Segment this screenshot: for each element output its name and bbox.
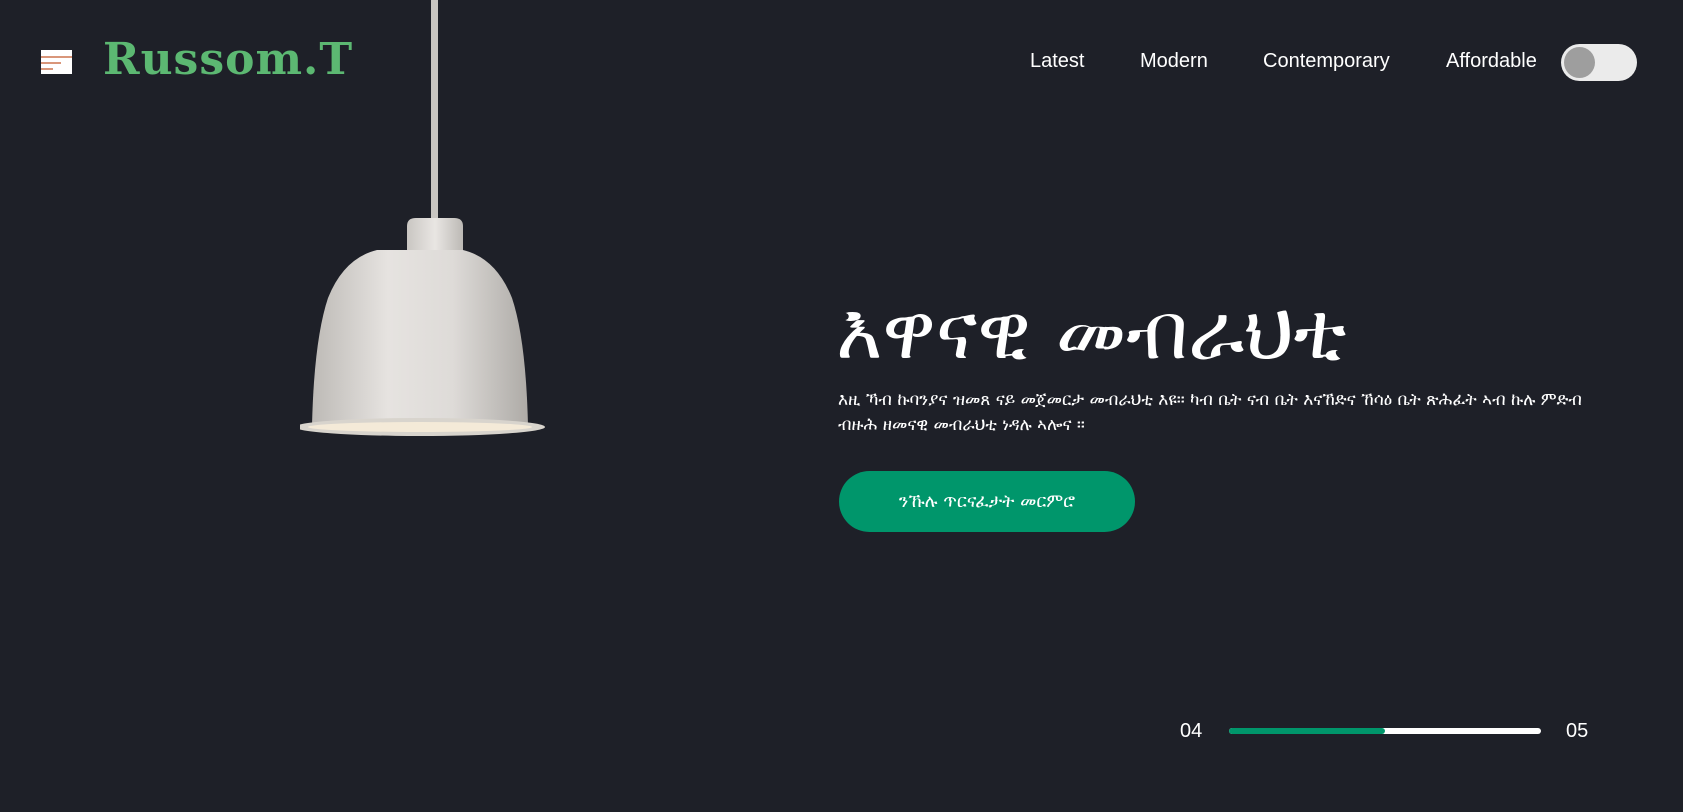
menu-bar — [41, 68, 53, 70]
explore-collections-button[interactable]: ንኹሉ ጥርናፈታት መርምሮ — [839, 471, 1135, 532]
lamp-glow — [308, 422, 532, 432]
toggle-knob — [1564, 47, 1595, 78]
lamp-cap — [407, 218, 463, 252]
total-slide-number: 05 — [1566, 720, 1589, 742]
hero-description: እዚ ኻብ ኩባንያና ዝመጸ ናይ መጀመርታ መብራህቲ እዩ። ካብ ቤት… — [838, 390, 1582, 435]
theme-toggle[interactable] — [1561, 44, 1637, 81]
nav-affordable[interactable]: Affordable — [1446, 50, 1537, 73]
hero-title: እዋናዊ መብራህቲ — [836, 287, 1347, 377]
nav-modern[interactable]: Modern — [1140, 50, 1208, 73]
slide-progress-bar[interactable] — [1229, 728, 1541, 734]
menu-bar — [41, 62, 61, 64]
menu-bar — [41, 56, 72, 58]
hamburger-menu-icon[interactable] — [41, 50, 72, 74]
nav-latest[interactable]: Latest — [1030, 50, 1084, 73]
slide-progress-fill — [1229, 728, 1385, 734]
current-slide-number: 04 — [1180, 720, 1203, 742]
nav-contemporary[interactable]: Contemporary — [1263, 50, 1390, 73]
lamp-shade — [312, 250, 528, 426]
page: Russom.T Latest Modern Contemporary Affo… — [0, 0, 1683, 812]
pendant-lamp-image — [300, 0, 545, 436]
lamp-cord — [431, 0, 438, 220]
